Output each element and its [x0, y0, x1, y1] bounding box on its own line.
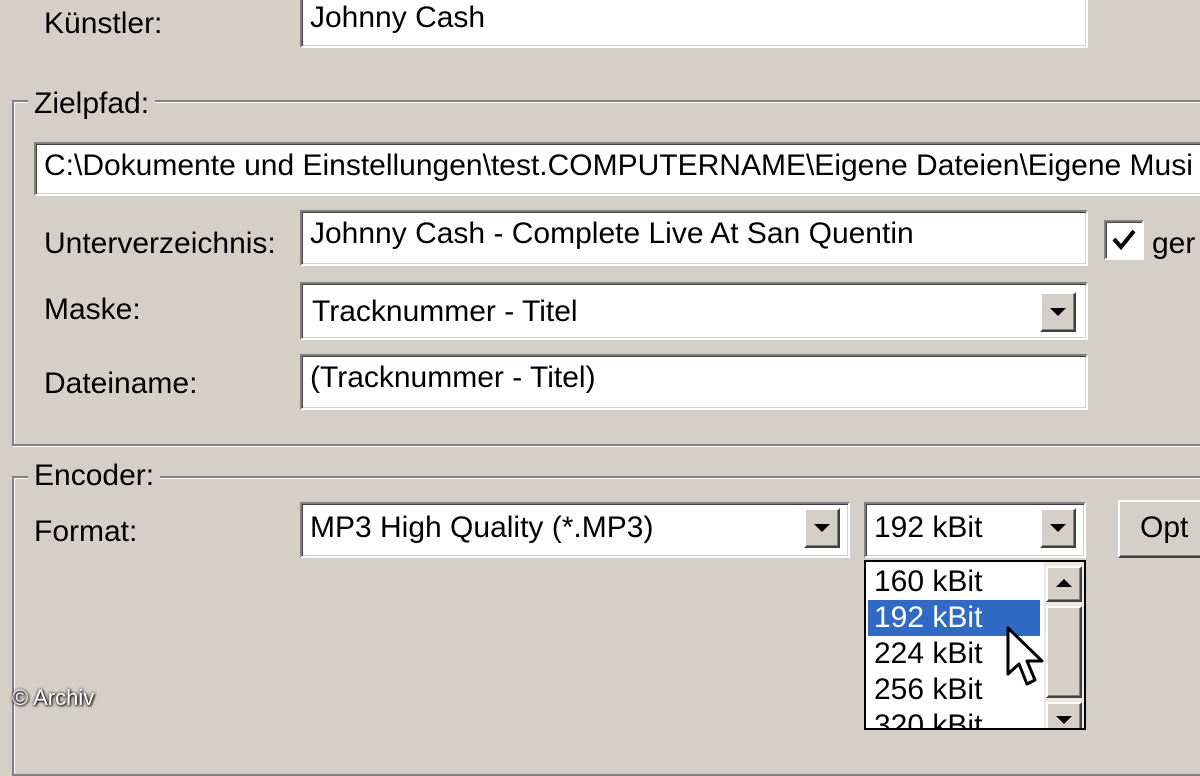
bitrate-list-scrollbar[interactable] — [1044, 562, 1084, 728]
copyright-watermark: © Archiv — [12, 685, 95, 710]
list-item-320[interactable]: 320 kBit — [868, 708, 1040, 728]
artist-input[interactable]: Johnny Cash — [300, 0, 1088, 48]
options-button[interactable]: Opt — [1118, 500, 1200, 558]
subdir-label: Unterverzeichnis: — [44, 227, 276, 260]
subdir-input[interactable]: Johnny Cash - Complete Live At San Quent… — [300, 210, 1088, 266]
scroll-up-icon — [1056, 579, 1072, 587]
artist-value: Johnny Cash — [310, 1, 486, 34]
format-dropdown-button[interactable] — [804, 508, 840, 548]
chevron-down-icon — [1050, 524, 1066, 532]
bitrate-dropdown-list[interactable]: 160 kBit 192 kBit 224 kBit 256 kBit 320 … — [864, 560, 1086, 730]
chevron-down-icon — [814, 524, 830, 532]
format-select[interactable]: MP3 High Quality (*.MP3) — [300, 502, 850, 558]
scroll-down-button[interactable] — [1046, 702, 1082, 728]
filename-label: Dateiname: — [44, 367, 198, 400]
mask-label: Maske: — [44, 293, 141, 326]
subdir-value: Johnny Cash - Complete Live At San Quent… — [310, 217, 914, 250]
scroll-up-button[interactable] — [1046, 566, 1082, 602]
list-item-160[interactable]: 160 kBit — [868, 564, 1040, 600]
check-mark-icon — [1112, 229, 1136, 251]
scroll-thumb[interactable] — [1046, 606, 1082, 698]
encoder-legend: Encoder: — [28, 458, 161, 494]
subdir-checkbox-label[interactable]: ger — [1152, 226, 1195, 262]
subdir-checkbox[interactable] — [1104, 220, 1144, 260]
target-path-value: C:\Dokumente und Einstellungen\test.COMP… — [44, 149, 1193, 182]
artist-label: Künstler: — [44, 7, 163, 40]
format-label: Format: — [34, 515, 138, 548]
mask-select[interactable]: Tracknummer - Titel — [300, 282, 1088, 340]
filename-input[interactable]: (Tracknummer - Titel) — [300, 354, 1088, 410]
filename-value: (Tracknummer - Titel) — [310, 361, 596, 394]
mask-dropdown-button[interactable] — [1040, 292, 1076, 332]
format-value: MP3 High Quality (*.MP3) — [310, 511, 654, 544]
target-path-legend: Zielpfad: — [28, 86, 156, 122]
bitrate-dropdown-button[interactable] — [1040, 508, 1076, 548]
target-path-input[interactable]: C:\Dokumente und Einstellungen\test.COMP… — [34, 142, 1200, 196]
mask-value: Tracknummer - Titel — [312, 295, 578, 328]
mouse-cursor-icon — [1006, 626, 1044, 686]
chevron-down-icon — [1050, 308, 1066, 316]
scroll-down-icon — [1056, 716, 1072, 724]
